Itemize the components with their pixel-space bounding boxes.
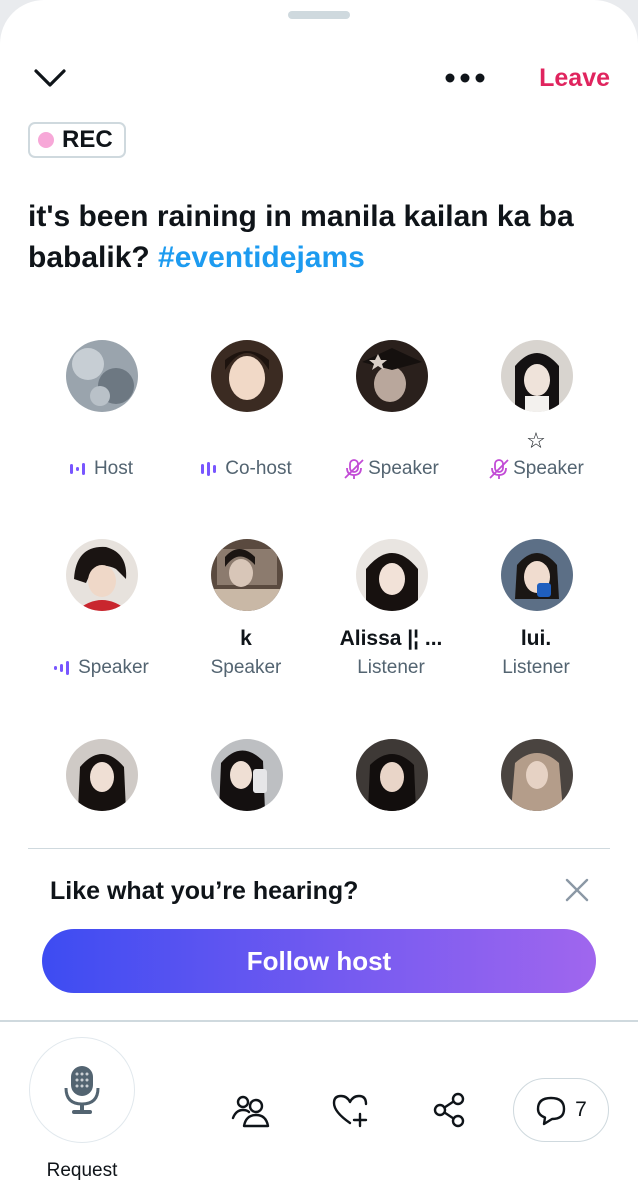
divider [0,1020,638,1022]
recording-dot-icon [38,132,54,148]
avatar[interactable] [356,539,428,611]
speaking-bars-icon [69,463,85,475]
participant-card[interactable]: Co-host [173,340,319,510]
space-sheet: Leave REC it's been raining in manila ka… [0,0,638,1200]
promo-title: Like what you’re hearing? [50,877,359,905]
chat-bubble-icon [536,1096,566,1126]
participant-name: k [240,627,252,650]
avatar[interactable] [501,539,573,611]
participant-role: Speaker [318,458,464,480]
participant-card[interactable]: ☆ Speaker [463,340,609,510]
list-cutoff [0,833,638,849]
recording-label: REC [62,126,113,153]
speaking-bars-icon [54,661,70,675]
recording-badge: REC [28,122,126,158]
participant-card[interactable]: k Speaker [173,539,319,709]
comment-count: 7 [575,1098,587,1121]
participant-name: ☆ [526,428,546,453]
microphone-icon [64,1066,100,1114]
avatar[interactable] [66,739,138,811]
heart-plus-icon[interactable] [330,1090,370,1130]
avatar[interactable] [211,340,283,412]
participant-role: Host [28,458,174,480]
speaking-bars-icon [201,462,217,476]
follow-host-button[interactable]: Follow host [42,929,596,993]
participant-card[interactable]: Host [28,340,174,510]
more-options-icon[interactable] [440,63,490,93]
avatar[interactable] [66,340,138,412]
request-mic-button[interactable] [29,1037,135,1143]
avatar[interactable] [356,739,428,811]
comments-button[interactable]: 7 [513,1078,609,1142]
chevron-down-icon[interactable] [30,63,70,93]
avatar[interactable] [66,539,138,611]
participant-role: Speaker [210,657,282,678]
share-icon[interactable] [430,1090,470,1130]
mic-muted-icon [489,459,509,479]
participant-card[interactable]: Speaker [28,539,174,709]
mic-muted-icon [344,459,364,479]
participant-role: Speaker [463,458,609,480]
participant-card[interactable]: lui. Listener [463,539,609,709]
avatar[interactable] [501,739,573,811]
people-icon[interactable] [230,1090,270,1130]
hashtag-link[interactable]: #eventidejams [158,241,365,274]
close-icon[interactable] [562,875,592,905]
avatar[interactable] [501,340,573,412]
request-label: Request [46,1160,118,1181]
participant-role: Listener [502,657,570,678]
participant-role: Listener [357,657,425,678]
participant-role: Co-host [173,458,319,480]
sheet-grabber[interactable] [288,11,350,19]
participant-card[interactable]: Speaker [318,340,464,510]
participant-name: Alissa |¦ ... [339,627,443,650]
space-title: it's been raining in manila kailan ka ba… [28,196,618,278]
avatar[interactable] [211,739,283,811]
participant-role: Speaker [28,657,174,679]
top-bar: Leave [0,55,638,105]
participant-name: lui. [520,627,552,650]
leave-button[interactable]: Leave [539,64,610,93]
follow-host-prompt: Like what you’re hearing? Follow host [28,848,610,1018]
avatar[interactable] [356,340,428,412]
avatar[interactable] [211,539,283,611]
participant-card[interactable]: Alissa |¦ ... Listener [318,539,464,709]
